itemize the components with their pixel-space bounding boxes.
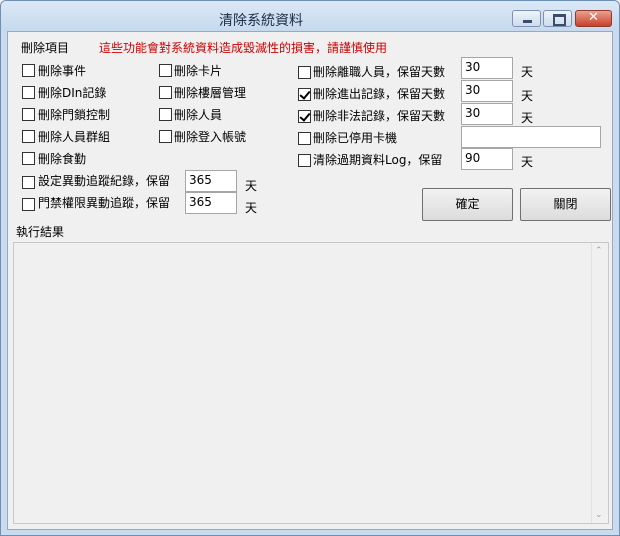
label-delete-lock-control: 刪除門鎖控制: [38, 108, 111, 122]
checkbox-delete-illegal-records[interactable]: [298, 110, 311, 123]
checkbox-delete-person-groups[interactable]: [22, 130, 35, 143]
scroll-up-icon[interactable]: ⌃: [595, 246, 603, 256]
resigned-days-unit: 天: [521, 65, 534, 79]
label-delete-login-accounts: 刪除登入帳號: [174, 130, 247, 144]
close-icon[interactable]: ✕: [575, 10, 612, 27]
label-delete-cards: 刪除卡片: [174, 64, 223, 78]
checkbox-delete-events[interactable]: [22, 64, 35, 77]
checkbox-delete-login-accounts[interactable]: [159, 130, 172, 143]
label-delete-access-records: 刪除進出記錄，保留天數: [313, 87, 446, 101]
checkbox-delete-persons[interactable]: [159, 108, 172, 121]
illegal-records-days-unit: 天: [521, 111, 534, 125]
label-delete-person-groups: 刪除人員群組: [38, 130, 111, 144]
checkbox-delete-cards[interactable]: [159, 64, 172, 77]
label-permission-tracking: 門禁權限異動追蹤，保留: [38, 196, 171, 210]
label-clear-expired-log: 清除過期資料Log，保留: [313, 153, 443, 167]
checkbox-clear-expired-log[interactable]: [298, 154, 311, 167]
resigned-days-input[interactable]: 30: [461, 57, 513, 79]
expired-log-days-unit: 天: [521, 155, 534, 169]
checkbox-change-tracking[interactable]: [22, 176, 35, 189]
expired-log-days-input[interactable]: 90: [461, 148, 513, 170]
title-bar[interactable]: 清除系統資料 ✕: [1, 1, 619, 31]
dialog-client-area: 刪除項目 這些功能會對系統資料造成毀滅性的損害，請謹慎使用 刪除事件 刪除DIn…: [7, 31, 613, 530]
dialog-window: 清除系統資料 ✕ 刪除項目 這些功能會對系統資料造成毀滅性的損害，請謹慎使用 刪…: [0, 0, 620, 536]
permission-tracking-days-input[interactable]: 365: [185, 192, 237, 214]
checkbox-delete-meal-duty[interactable]: [22, 152, 35, 165]
window-title: 清除系統資料: [219, 13, 303, 29]
results-scrollbar[interactable]: ⌃ ⌄: [591, 243, 608, 523]
access-records-days-unit: 天: [521, 89, 534, 103]
access-records-days-input[interactable]: 30: [461, 80, 513, 102]
checkbox-delete-disabled-readers[interactable]: [298, 132, 311, 145]
results-content: [14, 243, 608, 249]
results-label: 執行結果: [16, 225, 65, 239]
label-delete-floor-management: 刪除樓層管理: [174, 86, 247, 100]
checkbox-permission-tracking[interactable]: [22, 198, 35, 211]
minimize-icon[interactable]: [512, 10, 541, 27]
ok-button[interactable]: 確定: [422, 188, 513, 221]
disabled-readers-input[interactable]: [461, 126, 601, 148]
maximize-icon[interactable]: [543, 10, 572, 27]
results-textarea[interactable]: ⌃ ⌄: [13, 242, 609, 524]
label-change-tracking: 設定異動追蹤紀錄，保留: [38, 174, 171, 188]
checkbox-delete-resigned-persons[interactable]: [298, 66, 311, 79]
permission-tracking-days-unit: 天: [245, 201, 258, 215]
label-delete-din-records: 刪除DIn記錄: [38, 86, 107, 100]
change-tracking-days-unit: 天: [245, 179, 258, 193]
close-button[interactable]: 關閉: [520, 188, 611, 221]
checkbox-delete-access-records[interactable]: [298, 88, 311, 101]
checkbox-delete-din-records[interactable]: [22, 86, 35, 99]
label-delete-resigned-persons: 刪除離職人員，保留天數: [313, 65, 446, 79]
warning-text: 這些功能會對系統資料造成毀滅性的損害，請謹慎使用: [99, 41, 388, 55]
label-delete-disabled-readers: 刪除已停用卡機: [313, 131, 398, 145]
checkbox-delete-lock-control[interactable]: [22, 108, 35, 121]
section-label: 刪除項目: [21, 41, 70, 55]
checkbox-delete-floor-management[interactable]: [159, 86, 172, 99]
label-delete-persons: 刪除人員: [174, 108, 223, 122]
label-delete-meal-duty: 刪除食勤: [38, 152, 87, 166]
illegal-records-days-input[interactable]: 30: [461, 103, 513, 125]
label-delete-events: 刪除事件: [38, 64, 87, 78]
change-tracking-days-input[interactable]: 365: [185, 170, 237, 192]
label-delete-illegal-records: 刪除非法記錄，保留天數: [313, 109, 446, 123]
scroll-down-icon[interactable]: ⌄: [595, 510, 603, 520]
